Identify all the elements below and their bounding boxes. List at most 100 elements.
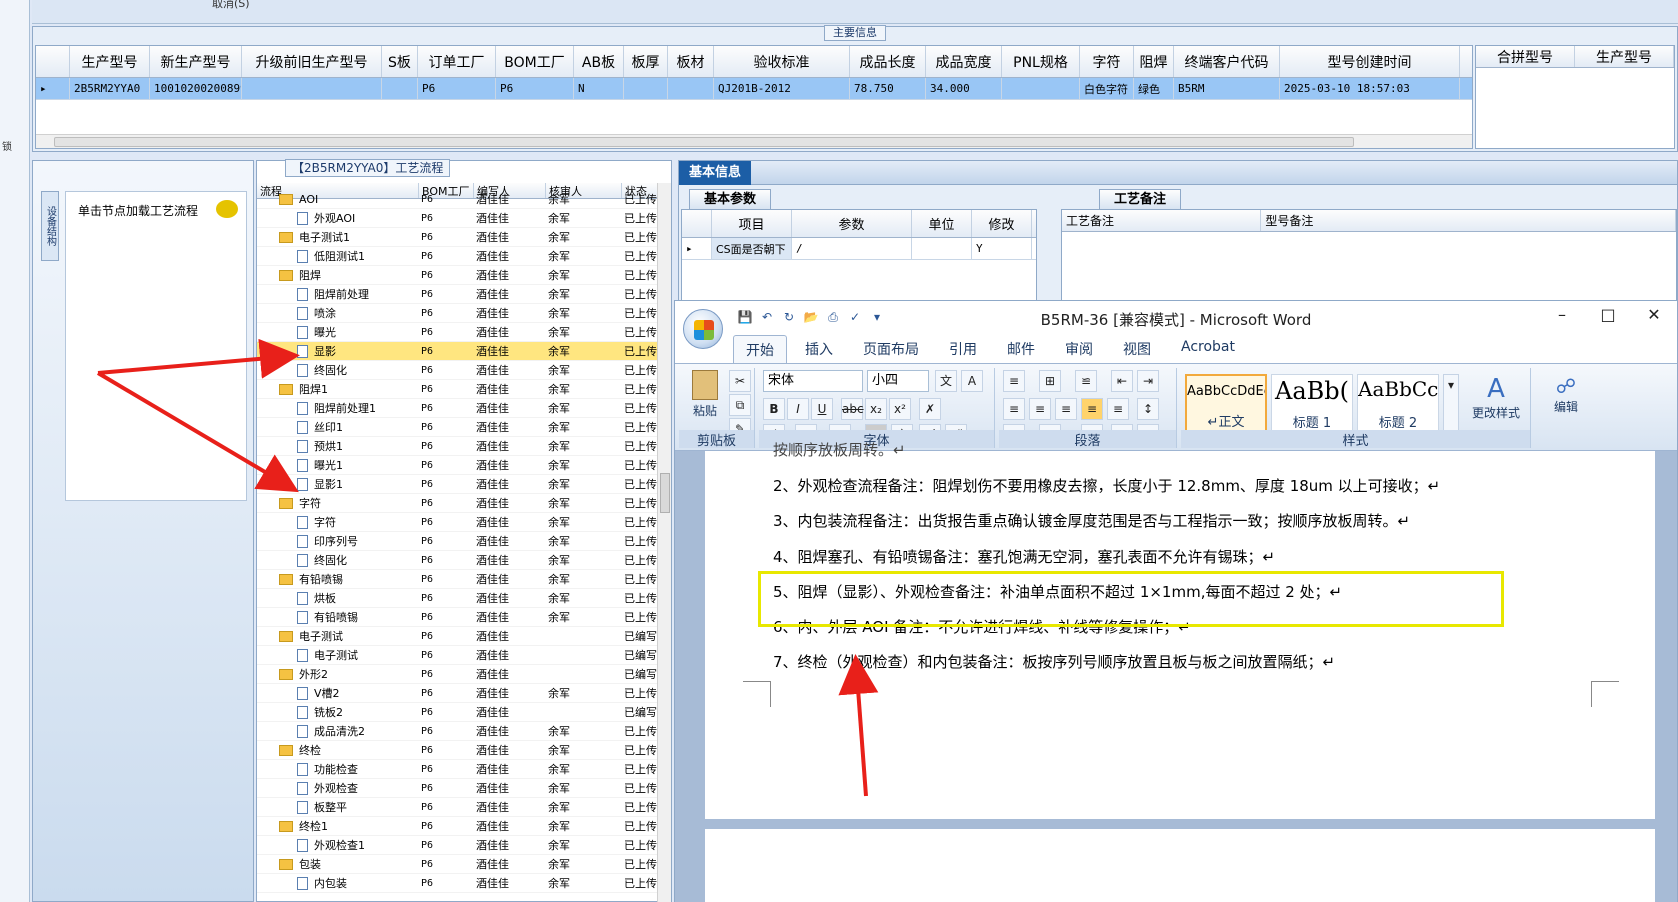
main-col-header[interactable]: 成品长度 xyxy=(850,46,926,77)
main-cell[interactable]: 白色字符 xyxy=(1080,78,1134,99)
main-col-header[interactable]: 字符 xyxy=(1080,46,1134,77)
process-step-row[interactable]: V槽2 P6 酒佳佳 余军 已上传 xyxy=(257,684,659,703)
process-step-row[interactable]: 功能检查 P6 酒佳佳 余军 已上传 xyxy=(257,760,659,779)
ribbon-tab[interactable]: 页面布局 xyxy=(851,335,931,363)
process-step-row[interactable]: 显影 P6 酒佳佳 余军 已上传 xyxy=(257,342,659,361)
phonetic-icon[interactable]: 文 xyxy=(935,370,957,392)
process-step-row[interactable]: 曝光 P6 酒佳佳 余军 已上传 xyxy=(257,323,659,342)
main-col-header[interactable]: 新生产型号 xyxy=(150,46,242,77)
process-folder-row[interactable]: AOI P6 酒佳佳 余军 已上传 xyxy=(257,190,659,209)
main-cell[interactable]: 10010200200899 xyxy=(150,78,242,99)
main-cell[interactable] xyxy=(624,78,668,99)
process-step-row[interactable]: 终固化 P6 酒佳佳 余军 已上传 xyxy=(257,551,659,570)
process-folder-row[interactable]: 包装 P6 酒佳佳 余军 已上传 xyxy=(257,855,659,874)
process-step-row[interactable]: 曝光1 P6 酒佳佳 余军 已上传 xyxy=(257,456,659,475)
multilevel-icon[interactable]: ≌ xyxy=(1075,370,1097,392)
main-col-header[interactable]: 升级前旧生产型号 xyxy=(242,46,382,77)
params-row[interactable]: ▸ CS面是否朝下 / Y xyxy=(682,238,1036,260)
subscript-icon[interactable]: x₂ xyxy=(865,398,887,420)
merge-grid[interactable]: 合拼型号 生产型号 xyxy=(1475,45,1675,149)
main-cell[interactable]: P6 xyxy=(418,78,496,99)
main-col-header[interactable]: 成品宽度 xyxy=(926,46,1002,77)
main-col-header[interactable]: 板厚 xyxy=(624,46,668,77)
process-step-row[interactable]: 板整平 P6 酒佳佳 余军 已上传 xyxy=(257,798,659,817)
tab-process-memo[interactable]: 工艺备注 xyxy=(1099,189,1182,209)
main-cell[interactable]: B5RM xyxy=(1174,78,1280,99)
main-cell[interactable]: QJ201B-2012 xyxy=(714,78,850,99)
process-step-row[interactable]: 阻焊前处理 P6 酒佳佳 余军 已上传 xyxy=(257,285,659,304)
process-step-row[interactable]: 成品清洗2 P6 酒佳佳 余军 已上传 xyxy=(257,722,659,741)
main-col-header[interactable]: 板材 xyxy=(668,46,714,77)
main-grid-hscroll[interactable] xyxy=(36,134,1472,148)
close-icon[interactable]: ✕ xyxy=(1631,305,1677,324)
bullets-icon[interactable]: ≡ xyxy=(1003,370,1025,392)
process-folder-row[interactable]: 电子测试1 P6 酒佳佳 余军 已上传 xyxy=(257,228,659,247)
process-folder-row[interactable]: 终检1 P6 酒佳佳 余军 已上传 xyxy=(257,817,659,836)
print-icon[interactable]: ⎙ xyxy=(825,309,841,325)
process-step-row[interactable]: 丝印1 P6 酒佳佳 余军 已上传 xyxy=(257,418,659,437)
process-step-row[interactable]: 外观检查1 P6 酒佳佳 余军 已上传 xyxy=(257,836,659,855)
scroll-thumb[interactable] xyxy=(54,137,1354,147)
main-info-grid[interactable]: 生产型号 新生产型号 升级前旧生产型号 S板 订单工厂 BOM工厂 AB板 板厚 板材 验收标准成… xyxy=(35,45,1473,149)
main-col-header[interactable]: BOM工厂 xyxy=(496,46,574,77)
main-info-row[interactable]: ▸ 2B5RM2YYA0 10010200200899 P6 P6 N QJ201B-201… xyxy=(36,78,1472,100)
distributed-icon[interactable]: ≡ xyxy=(1107,398,1129,420)
style-heading-2[interactable]: AaBbCc 标题 2 xyxy=(1357,374,1439,434)
ribbon-tab[interactable]: 视图 xyxy=(1111,335,1163,363)
process-step-row[interactable]: 终固化 P6 酒佳佳 余军 已上传 xyxy=(257,361,659,380)
memo-grid[interactable]: 工艺备注 型号备注 xyxy=(1061,209,1677,301)
process-step-row[interactable]: 外观检查 P6 酒佳佳 余军 已上传 xyxy=(257,779,659,798)
main-cell[interactable]: N xyxy=(574,78,624,99)
ribbon-tab[interactable]: 邮件 xyxy=(995,335,1047,363)
font-size-combo[interactable]: 小四 xyxy=(867,370,929,392)
main-col-header[interactable]: 生产型号 xyxy=(70,46,150,77)
main-cell[interactable]: 绿色 xyxy=(1134,78,1174,99)
undo-icon[interactable]: ↶ xyxy=(759,309,775,325)
scroll-thumb[interactable] xyxy=(660,473,670,513)
align-center-icon[interactable]: ≡ xyxy=(1029,398,1051,420)
align-left-icon[interactable]: ≡ xyxy=(1003,398,1025,420)
save-icon[interactable]: 💾 xyxy=(737,309,753,325)
process-table[interactable]: 流程 BOM工厂 编写人 核审人 状态 AOI P6 酒佳佳 余军 已上传 外观AOI P6… xyxy=(257,183,659,902)
maximize-icon[interactable]: □ xyxy=(1585,305,1631,324)
change-styles-button[interactable]: A 更改样式 xyxy=(1463,374,1529,421)
edit-button[interactable]: ☍ 编辑 xyxy=(1541,374,1591,415)
styles-scroll[interactable]: ▾ xyxy=(1443,374,1459,434)
process-step-row[interactable]: 内包装 P6 酒佳佳 余军 已上传 xyxy=(257,874,659,893)
ribbon-tab[interactable]: Acrobat xyxy=(1169,335,1247,363)
process-step-row[interactable]: 显影1 P6 酒佳佳 余军 已上传 xyxy=(257,475,659,494)
char-border-icon[interactable]: A xyxy=(961,370,983,392)
office-button[interactable] xyxy=(683,309,723,349)
param-edit[interactable]: Y xyxy=(972,238,1032,259)
ribbon-tab[interactable]: 插入 xyxy=(793,335,845,363)
style-normal[interactable]: AaBbCcDdEe ↵正文 xyxy=(1185,374,1267,434)
process-step-row[interactable]: 电子测试 P6 酒佳佳 已编写 xyxy=(257,646,659,665)
main-cell[interactable]: 2025-03-10 18:57:03 xyxy=(1280,78,1460,99)
ribbon-tab[interactable]: 开始 xyxy=(733,335,787,363)
equipment-structure-tab[interactable]: 设备结构 xyxy=(41,191,59,261)
tab-basic-info[interactable]: 基本信息 xyxy=(679,161,752,185)
process-step-row[interactable]: 有铅喷锡 P6 酒佳佳 余军 已上传 xyxy=(257,608,659,627)
font-name-combo[interactable]: 宋体 xyxy=(763,370,863,392)
main-col-header[interactable]: 终端客户代码 xyxy=(1174,46,1280,77)
italic-icon[interactable]: I xyxy=(787,398,809,420)
line-spacing-icon[interactable]: ↕ xyxy=(1137,398,1159,420)
main-cell[interactable]: 2B5RM2YYA0 xyxy=(70,78,150,99)
style-heading-1[interactable]: AaBb( 标题 1 xyxy=(1271,374,1353,434)
params-grid[interactable]: 项目 参数 单位 修改 ▸ CS面是否朝下 / Y xyxy=(681,209,1037,301)
main-cell[interactable] xyxy=(1002,78,1080,99)
main-cell[interactable]: 78.750 xyxy=(850,78,926,99)
justify-icon[interactable]: ≡ xyxy=(1081,398,1103,420)
param-value[interactable]: / xyxy=(792,238,912,259)
main-cell[interactable]: P6 xyxy=(496,78,574,99)
main-col-header[interactable]: 阻焊 xyxy=(1134,46,1174,77)
process-step-row[interactable]: 低阻测试1 P6 酒佳佳 余军 已上传 xyxy=(257,247,659,266)
main-cell[interactable] xyxy=(382,78,418,99)
document-page-2[interactable] xyxy=(705,829,1655,902)
process-folder-row[interactable]: 终检 P6 酒佳佳 余军 已上传 xyxy=(257,741,659,760)
copy-icon[interactable]: ⧉ xyxy=(729,394,751,416)
main-col-header[interactable]: 订单工厂 xyxy=(418,46,496,77)
main-cell[interactable] xyxy=(242,78,382,99)
process-step-row[interactable]: 铣板2 P6 酒佳佳 已编写 xyxy=(257,703,659,722)
increase-indent-icon[interactable]: ⇥ xyxy=(1137,370,1159,392)
